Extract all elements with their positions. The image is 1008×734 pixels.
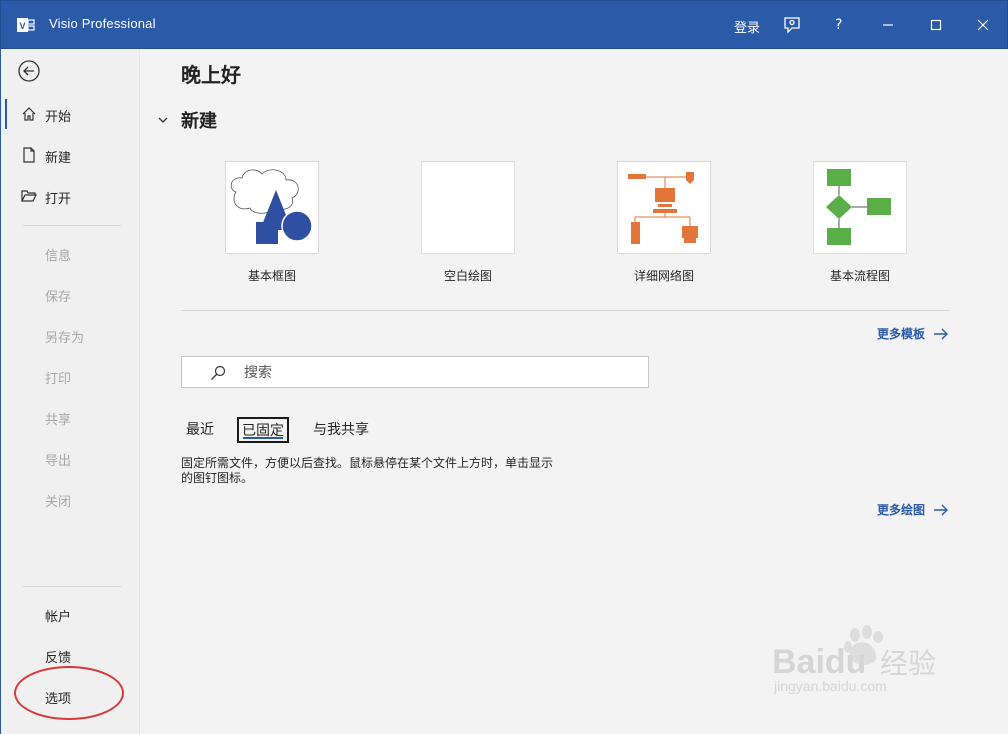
- template-thumbnail: [813, 161, 907, 254]
- new-section-toggle[interactable]: 新建: [157, 107, 217, 133]
- template-name: 详细网络图: [633, 269, 694, 283]
- svg-text:V: V: [19, 21, 25, 31]
- svg-text:经验: 经验: [880, 647, 936, 680]
- title-bar: V Visio Professional 登录 ?: [0, 0, 1008, 49]
- svg-text:jingyan.baidu.com: jingyan.baidu.com: [773, 678, 887, 694]
- highlight-annotation: [14, 666, 124, 720]
- sidebar-item-new[interactable]: 新建: [1, 140, 141, 170]
- sidebar-item-label: 保存: [45, 290, 72, 305]
- tab-active-underline: [243, 437, 283, 439]
- sidebar-item-label: 共享: [45, 413, 72, 428]
- svg-text:Baidu: Baidu: [772, 643, 866, 681]
- home-icon: [22, 107, 36, 121]
- tab-pinned[interactable]: 已固定: [237, 417, 289, 443]
- more-templates-link[interactable]: 更多模板: [877, 325, 949, 342]
- template-name: 基本框图: [247, 269, 296, 283]
- minimize-icon[interactable]: [878, 15, 898, 35]
- app-title: Visio Professional: [49, 16, 156, 31]
- arrow-right-icon: [934, 504, 948, 515]
- template-thumbnail: [225, 161, 319, 254]
- search-box[interactable]: [181, 356, 649, 388]
- sidebar-item-label: 帐户: [45, 610, 72, 625]
- template-name: 空白绘图: [443, 269, 492, 283]
- backstage-sidebar: 开始 新建 打开 信息 保存 另存为 打印 共享 导出 关闭 帐户 反馈 选项: [0, 49, 140, 734]
- sidebar-item-label: 另存为: [45, 331, 85, 346]
- maximize-icon[interactable]: [926, 15, 946, 35]
- tab-shared-with-me[interactable]: 与我共享: [309, 417, 373, 441]
- template-blank-drawing[interactable]: 空白绘图: [398, 161, 538, 291]
- sidebar-item-save: 保存: [1, 279, 141, 309]
- help-button[interactable]: ?: [835, 17, 842, 33]
- tab-recent[interactable]: 最近: [182, 417, 218, 441]
- greeting-heading: 晚上好: [181, 63, 241, 87]
- section-title: 新建: [181, 111, 217, 132]
- sidebar-item-label: 反馈: [45, 651, 72, 666]
- close-icon[interactable]: [973, 15, 993, 35]
- sidebar-item-label: 开始: [45, 110, 72, 125]
- sign-in-button[interactable]: 登录: [734, 17, 760, 36]
- section-divider: [181, 310, 950, 311]
- search-input[interactable]: [244, 362, 634, 384]
- sidebar-item-label: 导出: [45, 454, 72, 469]
- sidebar-item-info: 信息: [1, 238, 141, 268]
- sidebar-item-export: 导出: [1, 443, 141, 473]
- more-templates-label: 更多模板: [876, 327, 925, 341]
- sidebar-item-account[interactable]: 帐户: [1, 599, 141, 629]
- more-drawings-label: 更多绘图: [876, 503, 925, 517]
- chevron-down-icon: [158, 117, 168, 123]
- sidebar-item-save-as: 另存为: [1, 320, 141, 350]
- template-basic-flowchart[interactable]: 基本流程图: [790, 161, 930, 291]
- block-diagram-icon: [230, 169, 313, 244]
- open-folder-icon: [21, 190, 37, 202]
- sidebar-item-label: 信息: [45, 249, 72, 264]
- template-name: 基本流程图: [829, 269, 890, 283]
- sidebar-item-label: 关闭: [45, 495, 72, 510]
- template-thumbnail: [617, 161, 711, 254]
- visio-logo-icon: V: [17, 18, 35, 32]
- search-icon: [211, 365, 226, 380]
- sidebar-item-home[interactable]: 开始: [1, 99, 141, 129]
- flowchart-icon: [826, 169, 891, 245]
- sidebar-item-open[interactable]: 打开: [1, 181, 141, 211]
- baidu-watermark-logo: Baidu 经验 jingyan.baidu.com: [772, 625, 936, 694]
- sidebar-divider: [23, 586, 121, 587]
- back-arrow-icon[interactable]: [17, 59, 41, 83]
- pinned-empty-hint: 固定所需文件，方便以后查找。鼠标悬停在某个文件上方时，单击显示的图钉图标。: [181, 456, 554, 485]
- sidebar-item-share: 共享: [1, 402, 141, 432]
- sidebar-item-label: 新建: [45, 151, 72, 166]
- template-basic-block-diagram[interactable]: 基本框图: [202, 161, 342, 291]
- sidebar-item-label: 打印: [45, 372, 72, 387]
- template-thumbnail: [421, 161, 515, 254]
- sidebar-item-close: 关闭: [1, 484, 141, 514]
- more-drawings-link[interactable]: 更多绘图: [877, 501, 949, 518]
- new-file-icon: [23, 147, 35, 163]
- arrow-right-icon: [934, 328, 948, 339]
- template-detailed-network[interactable]: 详细网络图: [594, 161, 734, 291]
- sidebar-item-print: 打印: [1, 361, 141, 391]
- sidebar-item-label: 打开: [45, 192, 72, 207]
- feedback-icon[interactable]: [782, 15, 802, 35]
- sidebar-divider: [23, 225, 121, 226]
- network-diagram-icon: [628, 172, 698, 244]
